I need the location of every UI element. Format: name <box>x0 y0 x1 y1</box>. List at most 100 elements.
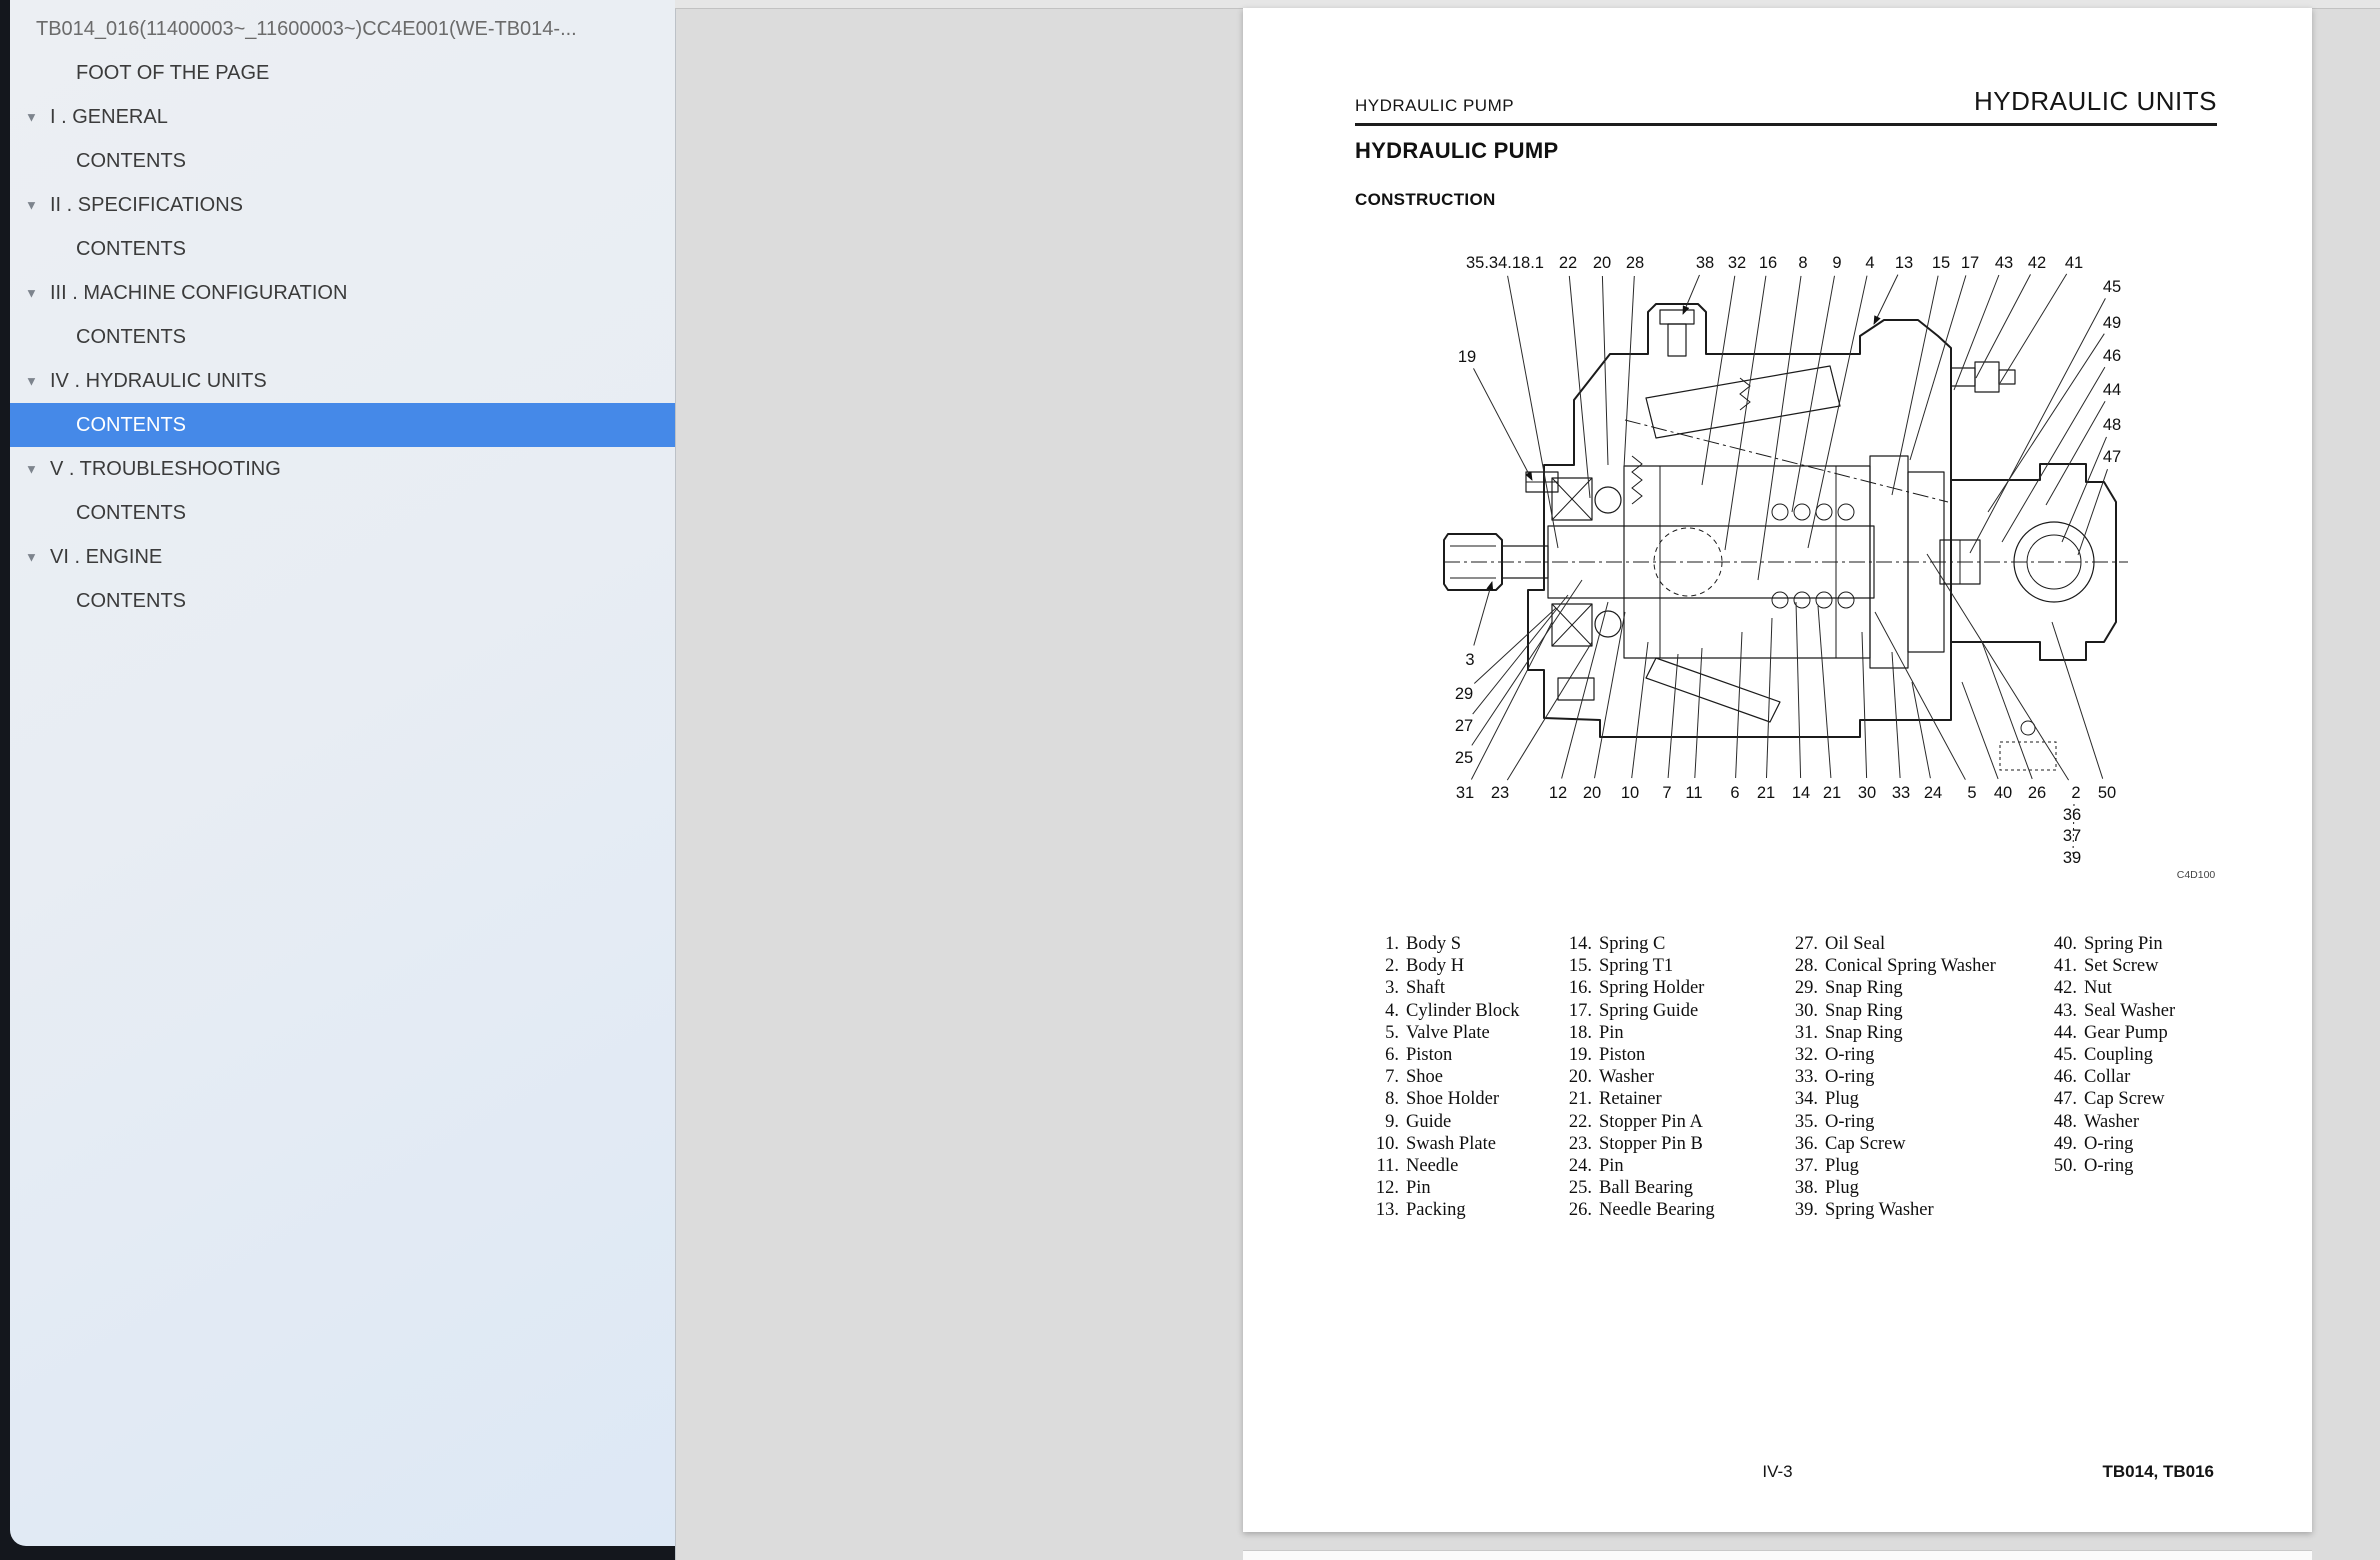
sidebar-section-item[interactable]: ▼IV . HYDRAULIC UNITS <box>10 359 675 403</box>
parts-list-row: 37.Plug <box>1782 1155 1996 1177</box>
parts-list-row: 46.Collar <box>2041 1066 2175 1088</box>
parts-list-row: 35.O-ring <box>1782 1111 1996 1133</box>
callout-number: 39 <box>2063 849 2081 867</box>
callout-leader-line <box>1472 580 1582 745</box>
parts-list-row: 3.Shaft <box>1363 977 1520 999</box>
disclosure-triangle-icon[interactable]: ▼ <box>25 550 38 565</box>
sidebar-item-label: CONTENTS <box>10 502 186 525</box>
parts-list-row: 49.O-ring <box>2041 1133 2175 1155</box>
figure-callouts: 35.34.18.1222028383216894131517434241454… <box>1455 254 2121 867</box>
callout-leader-line <box>1892 276 1938 495</box>
callout-leader-line <box>1912 682 1930 778</box>
callout-leader-line <box>2000 274 2067 383</box>
parts-list-row: 36.Cap Screw <box>1782 1133 1996 1155</box>
next-page-edge[interactable] <box>1243 1550 2312 1560</box>
callout-number: 14 <box>1792 784 1810 802</box>
callout-number: 21 <box>1757 784 1775 802</box>
parts-list-row: 42.Nut <box>2041 977 2175 999</box>
callout-leader-line <box>1976 274 2031 378</box>
parts-list-row: 10.Swash Plate <box>1363 1133 1520 1155</box>
sidebar-section-item[interactable]: ▼III . MACHINE CONFIGURATION <box>10 271 675 315</box>
parts-list-row: 31.Snap Ring <box>1782 1022 1996 1044</box>
callout-number: 36 <box>2063 806 2081 824</box>
parts-list-row: 9.Guide <box>1363 1111 1520 1133</box>
sidebar-section-item[interactable]: ▼V . TROUBLESHOOTING <box>10 447 675 491</box>
callout-leader-line <box>2062 437 2107 542</box>
parts-list-row: 32.O-ring <box>1782 1044 1996 1066</box>
parts-list-row: 20.Washer <box>1556 1066 1715 1088</box>
callout-number: 23 <box>1491 784 1509 802</box>
sidebar-item-label: CONTENTS <box>10 238 186 261</box>
callout-number: 17 <box>1961 254 1979 272</box>
callout-number: 27 <box>1455 717 1473 735</box>
page-title: HYDRAULIC PUMP <box>1355 138 1558 164</box>
callout-number: 25 <box>1455 749 1473 767</box>
callout-leader-line <box>1792 276 1835 512</box>
sidebar-contents-item[interactable]: CONTENTS <box>10 227 675 271</box>
sidebar-contents-item[interactable]: FOOT OF THE PAGE <box>10 51 675 95</box>
sidebar-section-item[interactable]: ▼I . GENERAL <box>10 95 675 139</box>
document-title: TB014_016(11400003~_11600003~)CC4E001(WE… <box>36 18 656 41</box>
parts-column-3: 27.Oil Seal28.Conical Spring Washer29.Sn… <box>1782 933 1996 1222</box>
sidebar-contents-item[interactable]: CONTENTS <box>10 403 675 447</box>
sidebar-item-label: CONTENTS <box>10 150 186 173</box>
disclosure-triangle-icon[interactable]: ▼ <box>25 374 38 389</box>
parts-list-row: 22.Stopper Pin A <box>1556 1111 1715 1133</box>
disclosure-triangle-icon[interactable]: ▼ <box>25 462 38 477</box>
parts-list-row: 38.Plug <box>1782 1177 1996 1199</box>
parts-list-row: 14.Spring C <box>1556 933 1715 955</box>
callout-number: 29 <box>1455 685 1473 703</box>
sidebar-item-label: CONTENTS <box>10 590 186 613</box>
sidebar-contents-item[interactable]: CONTENTS <box>10 315 675 359</box>
callout-number: 35.34.18.1 <box>1466 254 1544 272</box>
parts-list-row: 13.Packing <box>1363 1199 1520 1221</box>
parts-list-row: 17.Spring Guide <box>1556 1000 1715 1022</box>
sidebar-item-label: III . MACHINE CONFIGURATION <box>10 282 347 305</box>
sidebar-section-item[interactable]: ▼II . SPECIFICATIONS <box>10 183 675 227</box>
sidebar-contents-item[interactable]: CONTENTS <box>10 491 675 535</box>
callout-number: 26 <box>2028 784 2046 802</box>
parts-list-row: 11.Needle <box>1363 1155 1520 1177</box>
parts-list-row: 7.Shoe <box>1363 1066 1520 1088</box>
document-page: HYDRAULIC PUMP HYDRAULIC UNITS HYDRAULIC… <box>1243 8 2312 1532</box>
sidebar-tree: FOOT OF THE PAGE▼I . GENERAL CONTENTS ▼II … <box>10 51 675 623</box>
sidebar: TB014_016(11400003~_11600003~)CC4E001(WE… <box>10 0 675 1546</box>
parts-list-row: 33.O-ring <box>1782 1066 1996 1088</box>
parts-list-row: 44.Gear Pump <box>2041 1022 2175 1044</box>
callout-number: 31 <box>1456 784 1474 802</box>
callout-number: 37 <box>2063 827 2081 845</box>
parts-list-row: 41.Set Screw <box>2041 955 2175 977</box>
sidebar-contents-item[interactable]: CONTENTS <box>10 139 675 183</box>
callout-number: 30 <box>1858 784 1876 802</box>
callout-leader-line <box>1602 276 1608 465</box>
callout-number: 3 <box>1465 651 1474 669</box>
callout-number: 9 <box>1832 254 1841 272</box>
disclosure-triangle-icon[interactable]: ▼ <box>25 110 38 125</box>
callout-number: 42 <box>2028 254 2046 272</box>
disclosure-triangle-icon[interactable]: ▼ <box>25 286 38 301</box>
parts-list-row: 1.Body S <box>1363 933 1520 955</box>
disclosure-triangle-icon[interactable]: ▼ <box>25 198 38 213</box>
desktop: TB014_016(11400003~_11600003~)CC4E001(WE… <box>0 0 2380 1560</box>
callout-leader-line <box>1808 276 1867 548</box>
parts-list-row: 47.Cap Screw <box>2041 1088 2175 1110</box>
callout-number: 46 <box>2103 347 2121 365</box>
sidebar-section-item[interactable]: ▼VI . ENGINE <box>10 535 675 579</box>
callout-number: 15 <box>1932 254 1950 272</box>
parts-list-row: 27.Oil Seal <box>1782 933 1996 955</box>
callout-number: 2 <box>2071 784 2080 802</box>
parts-list-row: 29.Snap Ring <box>1782 977 1996 999</box>
callout-number: 33 <box>1892 784 1910 802</box>
callout-number: 20 <box>1593 254 1611 272</box>
sidebar-item-label: IV . HYDRAULIC UNITS <box>10 370 267 393</box>
sidebar-item-label: V . TROUBLESHOOTING <box>10 458 281 481</box>
callout-leader-line <box>1725 276 1766 550</box>
sidebar-contents-item[interactable]: CONTENTS <box>10 579 675 623</box>
callout-leader-line <box>1624 276 1634 468</box>
parts-list-row: 45.Coupling <box>2041 1044 2175 1066</box>
callout-leader-line <box>1632 642 1648 778</box>
callout-number: 43 <box>1995 254 2013 272</box>
parts-list-row: 19.Piston <box>1556 1044 1715 1066</box>
sidebar-item-label: CONTENTS <box>10 414 186 437</box>
running-header-right: HYDRAULIC UNITS <box>1974 86 2217 117</box>
